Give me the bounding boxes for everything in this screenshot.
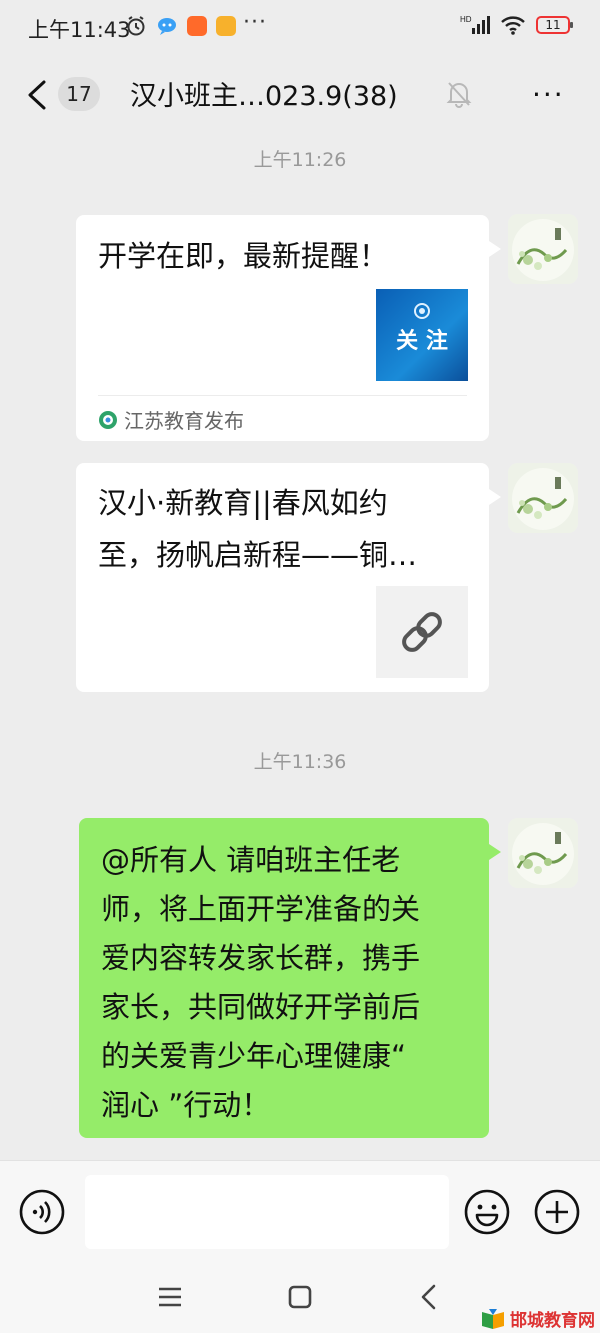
avatar-image <box>508 463 578 533</box>
source-logo-icon <box>99 410 117 429</box>
network-label: HD <box>460 15 472 24</box>
chat-app-icon <box>158 18 176 35</box>
signal-icon: HD <box>460 15 490 34</box>
source-name: 江苏教育发布 <box>124 409 244 433</box>
message-time: 上午11:36 <box>253 751 347 773</box>
card-title: 开学在即，最新提醒！ <box>98 239 389 273</box>
battery-level: 11 <box>545 18 561 32</box>
message-input[interactable] <box>85 1175 449 1249</box>
card-title-line-1: 汉小·新教育||春风如约 <box>98 486 388 520</box>
back-icon[interactable] <box>410 1277 450 1317</box>
link-thumbnail <box>376 586 468 678</box>
message-text: @所有人 请咱班主任老 师，将上面开学准备的关 爱内容转发家长群，携手 家长，共… <box>101 836 471 1130</box>
home-icon[interactable] <box>280 1277 320 1317</box>
wifi-icon <box>501 16 525 35</box>
alarm-icon <box>127 16 145 36</box>
menu-icon[interactable] <box>150 1277 190 1317</box>
emoji-icon[interactable] <box>463 1188 511 1236</box>
card-source: 江苏教育发布 <box>98 405 244 434</box>
watermark-text: 邯城教育网 <box>510 1311 595 1331</box>
shopping-app-icon <box>187 16 207 36</box>
avatar[interactable] <box>508 463 578 533</box>
chat-header: 17 汉小班主…023.9(38) ··· <box>0 56 600 134</box>
status-more-icon: ··· <box>243 10 267 35</box>
more-options-button[interactable]: ··· <box>532 78 565 111</box>
message-line: 的关爱青少年心理健康“ <box>101 1039 407 1073</box>
status-bar: 上午11:43 ··· HD 11 <box>0 0 600 56</box>
avatar-image <box>508 818 578 888</box>
back-chevron-icon[interactable] <box>22 78 54 112</box>
message-time: 上午11:26 <box>253 149 347 171</box>
avatar[interactable] <box>508 818 578 888</box>
message-line: 爱内容转发家长群，携手 <box>101 941 421 975</box>
voice-input-icon[interactable] <box>18 1188 66 1236</box>
book-logo-icon <box>482 1308 504 1329</box>
thumbnail-text: 关 注 <box>396 329 448 354</box>
avatar-image <box>508 214 578 284</box>
card-divider <box>98 395 467 396</box>
status-time: 上午11:43 <box>28 18 131 42</box>
message-line: @所有人 请咱班主任老 <box>101 843 401 877</box>
chat-title[interactable]: 汉小班主…023.9(38) <box>130 74 398 113</box>
text-message-bubble[interactable]: @所有人 请咱班主任老 师，将上面开学准备的关 爱内容转发家长群，携手 家长，共… <box>79 818 501 1138</box>
notification-icons <box>125 15 236 37</box>
message-line: 师，将上面开学准备的关 <box>101 892 421 926</box>
message-app-icon <box>216 16 236 36</box>
plus-icon[interactable] <box>533 1188 581 1236</box>
article-card[interactable]: 开学在即，最新提醒！ 关 注 江苏教育发布 <box>76 215 501 441</box>
message-line: 家长，共同做好开学前后 <box>101 990 421 1024</box>
link-card[interactable]: 汉小·新教育||春风如约 至，扬帆启新程——铜… <box>76 463 501 692</box>
card-title-line-2: 至，扬帆启新程——铜… <box>98 538 418 572</box>
message-line: 润心 ”行动！ <box>101 1088 271 1122</box>
article-thumbnail: 关 注 <box>376 289 468 381</box>
link-icon <box>402 612 442 652</box>
watermark: 邯城教育网 <box>480 1306 595 1331</box>
input-bar <box>0 1160 600 1261</box>
unread-count-badge[interactable]: 17 <box>58 77 100 111</box>
status-right: HD 11 <box>460 14 573 36</box>
avatar[interactable] <box>508 214 578 284</box>
battery-icon: 11 <box>536 16 573 34</box>
mute-bell-icon <box>446 82 472 108</box>
